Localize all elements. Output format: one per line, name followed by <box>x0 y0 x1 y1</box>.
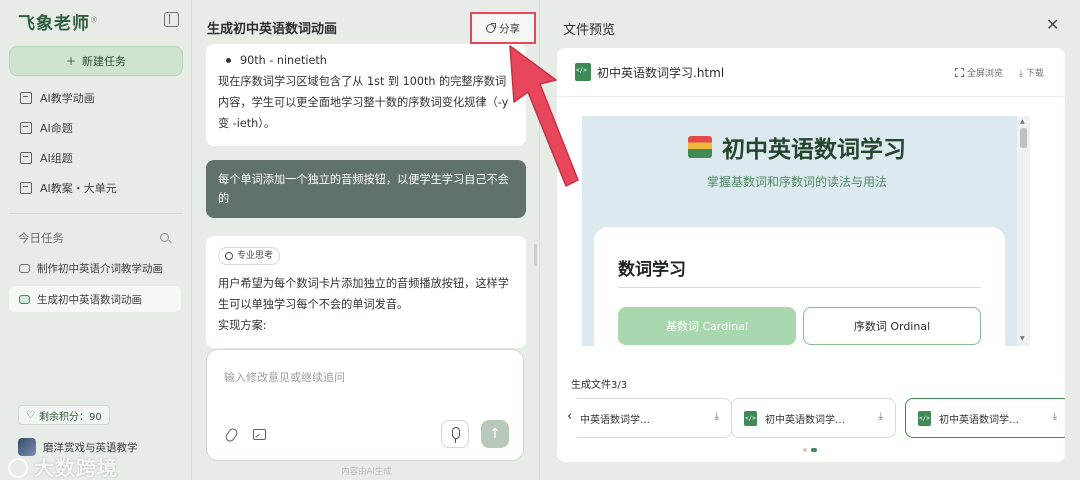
compose-icon <box>20 152 32 164</box>
points-badge: ♡ 剩余积分：90 <box>18 405 110 425</box>
lesson-plan-icon <box>20 182 32 194</box>
task-item-active[interactable]: 生成初中英语数词动画 <box>9 286 181 312</box>
task-search-icon[interactable] <box>160 233 169 242</box>
message-text: 实现方案: <box>218 319 267 332</box>
today-tasks-heading: 今日任务 <box>18 231 64 245</box>
list-item: 90th - ninetieth <box>218 50 514 71</box>
nav-item-ai-question[interactable]: AI命题 <box>20 118 73 138</box>
image-upload-icon[interactable] <box>253 429 266 440</box>
html-file-icon <box>918 410 931 426</box>
message-text: 现在序数词学习区域包含了从 1st 到 100th 的完整序数词内容，学生可以更… <box>218 75 509 130</box>
nav-item-ai-compose[interactable]: AI组题 <box>20 148 73 168</box>
file-chip[interactable]: 初中英语数词学… ⤓ <box>731 398 896 438</box>
preview-title: 文件预览 <box>563 23 616 38</box>
carousel-dots <box>803 448 817 452</box>
chat-icon <box>19 294 30 304</box>
send-button[interactable]: ↑ <box>481 420 509 448</box>
plus-icon: + <box>65 54 77 68</box>
new-task-button[interactable]: + 新建任务 <box>9 46 183 76</box>
nav-item-ai-animation[interactable]: AI教学动画 <box>20 88 95 108</box>
points-icon: ♡ <box>26 409 35 421</box>
animation-icon <box>20 92 32 104</box>
user-message: 每个单词添加一个独立的音频按钮，以便学生学习自己不会的 <box>206 160 526 218</box>
download-icon[interactable]: ⤓ <box>1053 411 1057 422</box>
brain-icon <box>225 252 233 260</box>
microphone-button[interactable] <box>441 420 469 448</box>
chat-panel: 生成初中英语数词动画 分享 90th - ninetieth 现在序数词学习区域… <box>193 0 540 480</box>
brand-logo[interactable]: 飞象老师® <box>18 9 99 34</box>
download-icon[interactable]: ⤓ <box>715 411 719 422</box>
message-text: 用户希望为每个数词卡片添加独立的音频播放按钮，这样学生可以单独学习每个不会的单词… <box>218 277 509 311</box>
chat-input-placeholder[interactable]: 输入修改意见或继续追问 <box>224 369 345 385</box>
watermark-logo-icon <box>8 458 28 478</box>
assistant-message: 专业思考 用户希望为每个数词卡片添加独立的音频播放按钮，这样学生可以单独学习每个… <box>206 236 526 348</box>
chat-scrollbar[interactable] <box>534 244 537 266</box>
question-icon <box>20 122 32 134</box>
chat-title: 生成初中英语数词动画 <box>207 22 338 37</box>
file-chip[interactable]: 中英语数词学… ⤓ <box>577 398 732 438</box>
sidebar-divider <box>9 213 183 214</box>
share-icon <box>486 22 496 33</box>
carousel-dot-active[interactable] <box>811 448 817 452</box>
assistant-message: 90th - ninetieth 现在序数词学习区域包含了从 1st 到 100… <box>206 44 526 146</box>
nav-item-ai-lesson-plan[interactable]: AI教案・大单元 <box>20 178 117 198</box>
sidebar: 飞象老师® + 新建任务 AI教学动画 AI命题 AI组题 AI教案・大单元 今… <box>0 0 192 480</box>
download-icon[interactable]: ⤓ <box>879 411 883 422</box>
attach-icon[interactable] <box>223 426 240 444</box>
carousel-dot[interactable] <box>803 448 807 452</box>
file-chip-selected[interactable]: 初中英语数词学… ⤓ <box>905 398 1065 438</box>
sidebar-collapse-icon[interactable] <box>164 12 179 27</box>
ai-disclaimer: 内容由AI生成 <box>341 467 392 477</box>
arrow-up-icon: ↑ <box>489 426 501 442</box>
chat-icon <box>19 263 30 273</box>
html-file-icon <box>744 410 757 426</box>
watermark: 大数跨境 <box>8 452 118 480</box>
preview-card: 初中英语数词学习.html 全屏浏览 ⤓ 下载 初中英语数词学习 掌握基数词和序… <box>557 48 1065 462</box>
chevron-left-icon[interactable]: ‹ <box>567 409 572 424</box>
callout-arrow <box>509 45 579 187</box>
file-chip-carousel: 中英语数词学… ⤓ 初中英语数词学… ⤓ 初中英语数词学… ⤓ <box>577 48 1065 462</box>
task-item[interactable]: 制作初中英语介词教学动画 <box>9 255 181 281</box>
thinking-tag[interactable]: 专业思考 <box>218 247 281 265</box>
close-icon[interactable]: ✕ <box>1046 17 1059 33</box>
file-preview-panel: 文件预览 ✕ 初中英语数词学习.html 全屏浏览 ⤓ 下载 初中英语数词学习 … <box>541 0 1080 480</box>
chat-input-box[interactable]: 输入修改意见或继续追问 ↑ <box>206 349 524 461</box>
